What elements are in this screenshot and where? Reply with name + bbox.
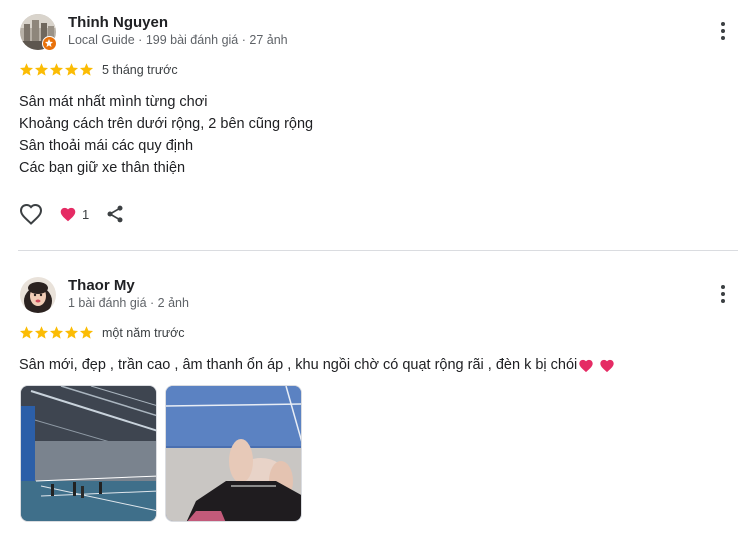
star-icon [79,63,94,76]
star-icon [49,63,64,76]
review-text-line: Các bạn giữ xe thân thiện [19,160,186,176]
heart-emoji-icon [579,359,593,372]
reaction-count: 1 [82,206,90,222]
local-guide-badge-icon [42,36,57,51]
heart-emoji-icon [600,359,614,372]
more-vert-icon[interactable] [714,283,732,305]
star-icon [34,63,49,76]
more-vert-icon[interactable] [714,20,732,42]
author-name[interactable]: Thinh Nguyen [68,14,168,31]
star-rating: 5 tháng trước [19,62,178,77]
review-photo-legs[interactable] [165,385,302,522]
avatar[interactable] [20,277,56,313]
review-actions: 1 [19,203,125,225]
author-name[interactable]: Thaor My [68,277,135,294]
heart-reaction-icon [60,207,76,222]
review-text-body: Sân mới, đẹp , trần cao , âm thanh ổn áp… [19,357,578,373]
star-icon [19,326,34,339]
review-card: Thaor My 1 bài đánh giá · 2 ảnh một năm … [0,251,738,539]
review-text-line: Sân mát nhất mình từng chơi [19,94,208,110]
review-text-line: Sân thoải mái các quy định [19,138,194,154]
star-icon [19,63,34,76]
review-time: một năm trước [102,325,185,340]
star-rating: một năm trước [19,325,185,340]
review-photo-court[interactable] [20,385,157,522]
star-icon [49,326,64,339]
like-heart-icon[interactable] [19,203,43,225]
star-icon [79,326,94,339]
author-meta[interactable]: 1 bài đánh giá · 2 ảnh [68,296,189,310]
review-card: Thinh Nguyen Local Guide · 199 bài đánh … [0,0,738,250]
review-text: Sân mới, đẹp , trần cao , âm thanh ổn áp… [19,354,615,376]
share-icon[interactable] [105,204,125,224]
star-icon [34,326,49,339]
star-icon [64,63,79,76]
author-meta[interactable]: Local Guide · 199 bài đánh giá · 27 ảnh [68,33,288,47]
review-time: 5 tháng trước [102,62,178,77]
star-icon [64,326,79,339]
review-text-line: Khoảng cách trên dưới rộng, 2 bên cũng r… [19,116,314,132]
